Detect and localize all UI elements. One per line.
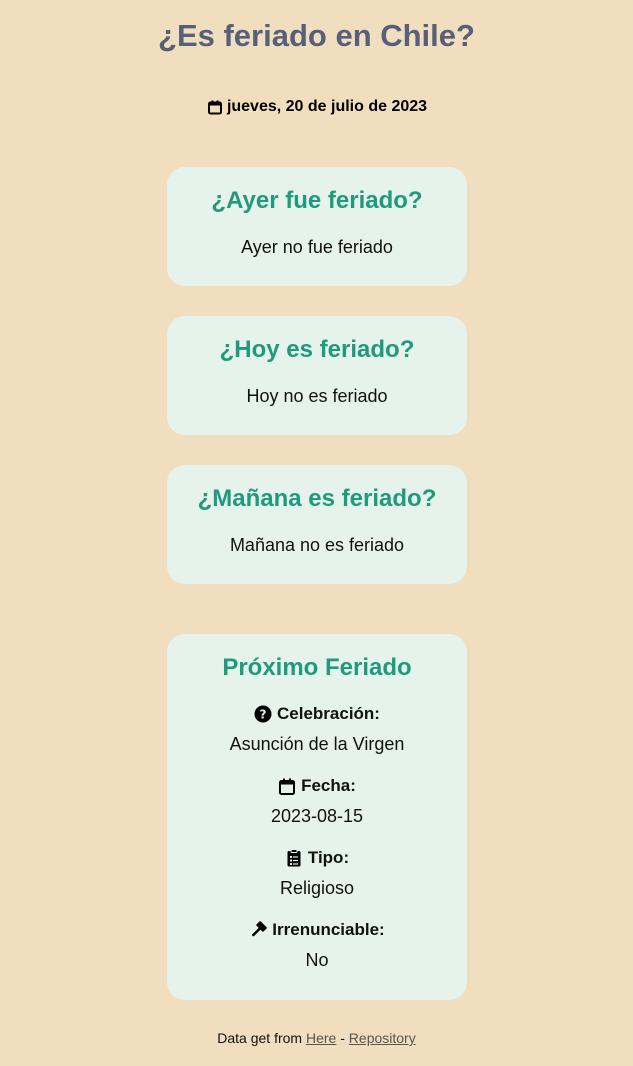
date-label-text: Fecha: bbox=[301, 776, 356, 795]
today-answer: Hoy no es feriado bbox=[246, 386, 388, 406]
footer: Data get from Here - Repository bbox=[0, 1030, 633, 1046]
irrenunciable-label-text: Irrenunciable: bbox=[272, 920, 385, 939]
tomorrow-question: ¿Mañana es feriado? bbox=[197, 485, 437, 512]
tomorrow-answer: Mañana no es feriado bbox=[229, 535, 405, 555]
gavel-icon bbox=[249, 921, 268, 939]
celebration-label: ? Celebración: bbox=[167, 704, 467, 724]
date-value: 2023-08-15 bbox=[270, 806, 364, 826]
celebration-label-text: Celebración: bbox=[277, 704, 380, 723]
date-label: Fecha: bbox=[167, 776, 467, 796]
footer-separator: - bbox=[340, 1030, 345, 1046]
current-date: jueves, 20 de julio de 2023 bbox=[0, 98, 633, 116]
repository-link[interactable]: Repository bbox=[349, 1030, 416, 1046]
yesterday-answer: Ayer no fue feriado bbox=[241, 237, 393, 257]
calendar-icon bbox=[278, 777, 296, 795]
irrenunciable-label: Irrenunciable: bbox=[167, 920, 467, 940]
today-question: ¿Hoy es feriado? bbox=[219, 336, 415, 363]
clipboard-list-icon bbox=[285, 849, 303, 867]
calendar-icon bbox=[206, 98, 224, 116]
celebration-value: Asunción de la Virgen bbox=[229, 734, 405, 754]
yesterday-card: ¿Ayer fue feriado? Ayer no fue feriado bbox=[167, 167, 467, 286]
yesterday-question: ¿Ayer fue feriado? bbox=[211, 187, 423, 214]
tomorrow-card: ¿Mañana es feriado? Mañana no es feriado bbox=[167, 465, 467, 584]
type-label-text: Tipo: bbox=[307, 848, 350, 867]
here-link[interactable]: Here bbox=[306, 1030, 336, 1046]
svg-text:?: ? bbox=[260, 708, 267, 722]
next-holiday-title: Próximo Feriado bbox=[222, 654, 412, 681]
type-value: Religioso bbox=[279, 878, 355, 898]
type-label: Tipo: bbox=[167, 848, 467, 868]
question-circle-icon: ? bbox=[254, 705, 272, 723]
today-card: ¿Hoy es feriado? Hoy no es feriado bbox=[167, 316, 467, 435]
footer-prefix: Data get from bbox=[217, 1030, 303, 1046]
next-holiday-card: Próximo Feriado ? Celebración: Asunción … bbox=[167, 634, 467, 1000]
current-date-text: jueves, 20 de julio de 2023 bbox=[226, 98, 428, 115]
irrenunciable-value: No bbox=[305, 950, 329, 970]
page-title: ¿Es feriado en Chile? bbox=[158, 18, 475, 53]
